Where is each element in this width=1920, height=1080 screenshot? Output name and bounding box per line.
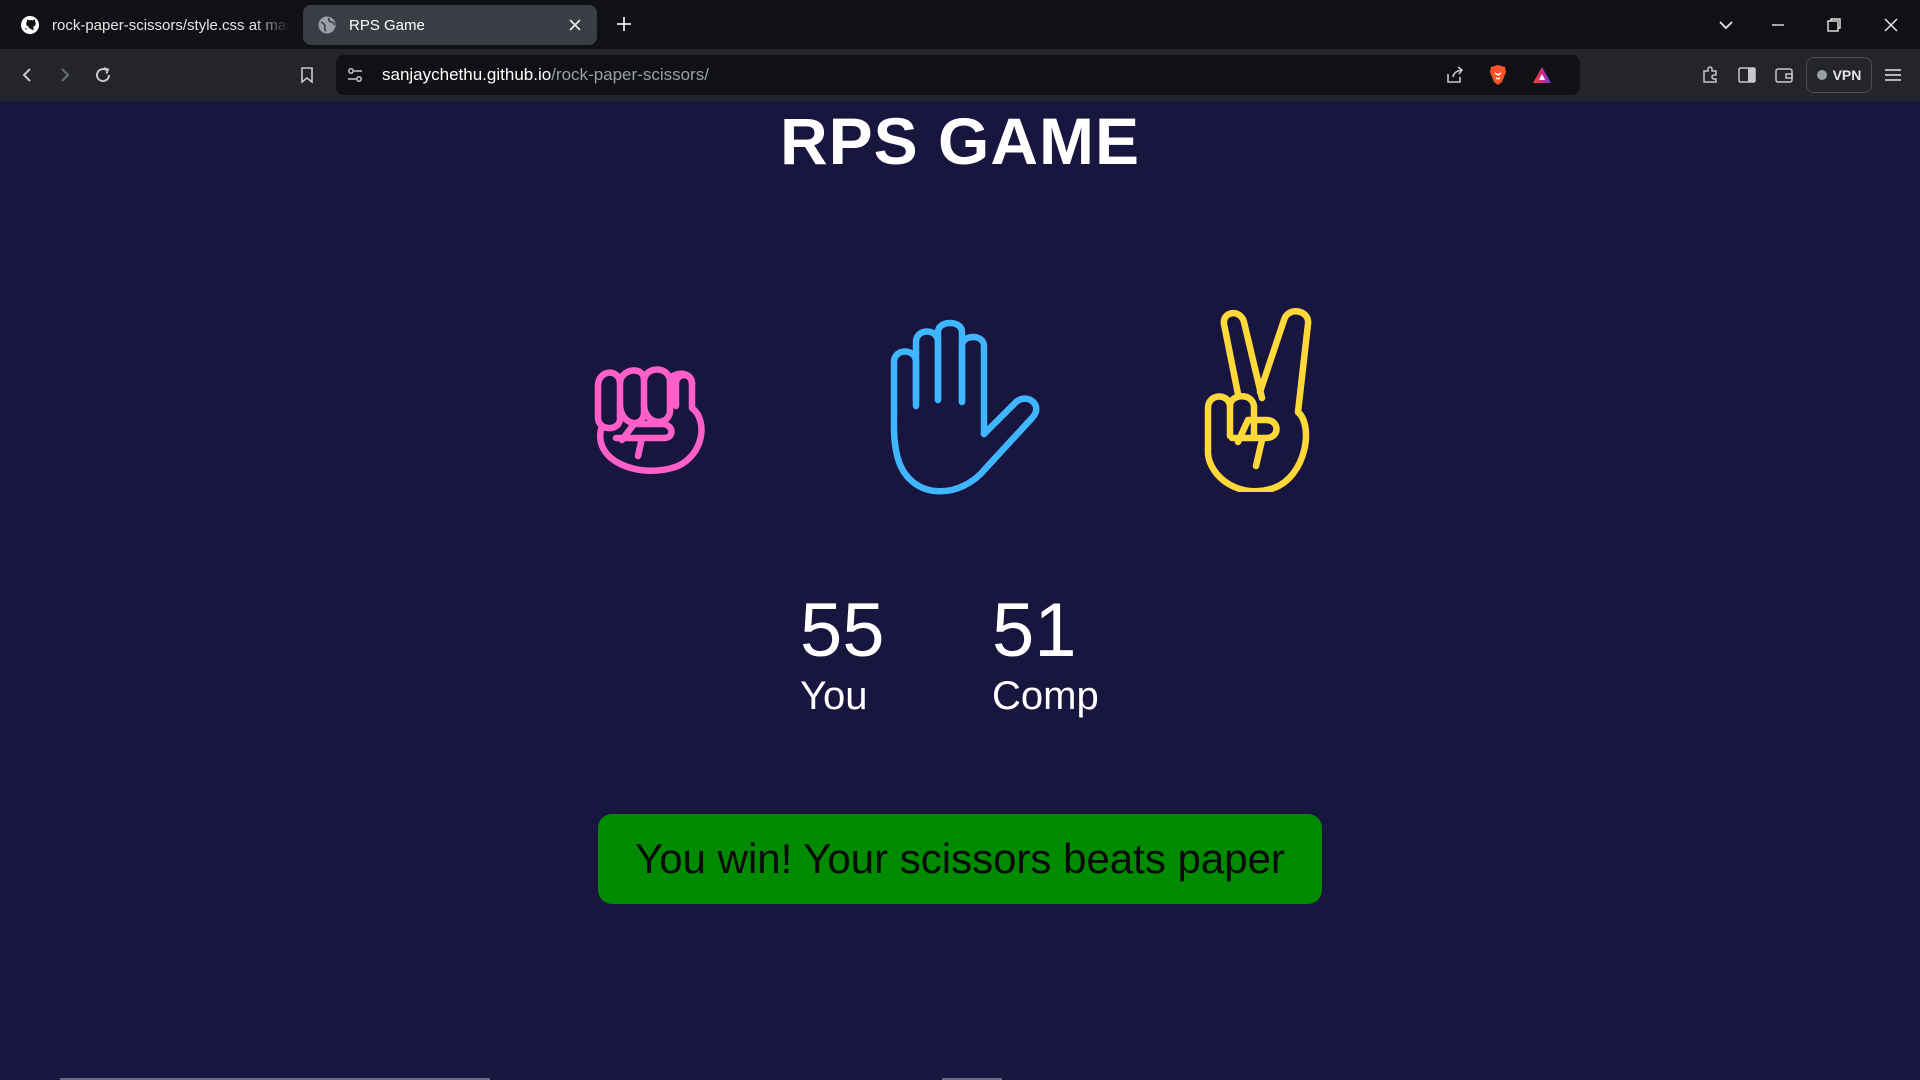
page-title: RPS GAME: [779, 104, 1141, 178]
forward-arrow-icon: [61, 68, 70, 82]
result-message: You win! Your scissors beats paper: [598, 814, 1322, 904]
reload-button[interactable]: [90, 62, 116, 88]
site-settings-button[interactable]: [342, 62, 368, 88]
new-tab-button[interactable]: [612, 12, 636, 36]
tab-search-button[interactable]: [1713, 12, 1739, 38]
minimize-icon: [1772, 24, 1784, 26]
reload-icon: [96, 67, 111, 83]
user-score-label: You: [800, 674, 868, 718]
tab-github-style-css[interactable]: rock-paper-scissors/style.css at main: [12, 5, 290, 45]
brave-lion-icon: [1490, 65, 1506, 85]
main-menu-button[interactable]: [1880, 62, 1906, 88]
puzzle-piece-icon: [1703, 66, 1717, 83]
comp-score: 51: [992, 588, 1077, 673]
url-path: /rock-paper-scissors/: [551, 65, 709, 84]
comp-score-block: 51 Comp: [992, 591, 1099, 721]
paper-choice[interactable]: [883, 316, 1043, 498]
wallet-icon: [1775, 68, 1793, 83]
browser-toolbar: sanjaychethu.github.io/rock-paper-scisso…: [0, 49, 1920, 101]
scissors-choice[interactable]: [1202, 306, 1326, 492]
fist-icon: [594, 366, 705, 474]
browser-tab-bar: rock-paper-scissors/style.css at main RP…: [0, 0, 1920, 49]
github-icon: [21, 16, 39, 34]
open-hand-icon: [890, 319, 1040, 495]
rock-choice[interactable]: [582, 334, 712, 476]
restore-button[interactable]: [1821, 12, 1847, 38]
share-button[interactable]: [1442, 62, 1468, 88]
user-score: 55: [800, 588, 885, 673]
comp-score-label: Comp: [992, 674, 1099, 718]
vpn-button[interactable]: VPN: [1806, 57, 1872, 93]
sidebar-toggle-button[interactable]: [1734, 62, 1760, 88]
url-host: sanjaychethu.github.io: [382, 65, 552, 84]
site-settings-icon: [348, 68, 362, 82]
back-button[interactable]: [14, 62, 40, 88]
sidebar-icon: [1738, 67, 1756, 83]
vpn-status-dot-icon: [1816, 70, 1827, 80]
minimize-button[interactable]: [1765, 12, 1791, 38]
close-window-button[interactable]: [1878, 12, 1904, 38]
forward-button[interactable]: [52, 62, 78, 88]
brave-rewards-button[interactable]: [1529, 62, 1555, 88]
close-icon: [569, 19, 581, 31]
chevron-down-icon: [1719, 21, 1733, 30]
address-bar[interactable]: sanjaychethu.github.io/rock-paper-scisso…: [336, 55, 1580, 95]
peace-hand-icon: [1204, 308, 1312, 492]
url-text[interactable]: sanjaychethu.github.io/rock-paper-scisso…: [382, 55, 709, 95]
vpn-label: VPN: [1832, 67, 1862, 83]
back-arrow-icon: [22, 68, 31, 82]
close-tab-button[interactable]: [563, 13, 587, 37]
tab-rps-game[interactable]: RPS Game: [303, 5, 597, 45]
globe-icon: [318, 16, 336, 34]
wallet-button[interactable]: [1771, 62, 1797, 88]
restore-icon: [1827, 18, 1841, 32]
tab-title: rock-paper-scissors/style.css at main: [52, 16, 290, 34]
share-icon: [1447, 66, 1464, 83]
plus-icon: [617, 17, 631, 31]
tab-title: RPS Game: [349, 16, 425, 34]
page-content: RPS GAME 55 You 51 Comp You win! Your sc…: [0, 101, 1920, 1080]
close-icon: [1884, 18, 1898, 32]
user-score-block: 55 You: [800, 591, 885, 721]
hamburger-menu-icon: [1885, 69, 1901, 81]
bookmark-icon: [301, 67, 313, 84]
brave-shields-button[interactable]: [1485, 62, 1511, 88]
bookmark-button[interactable]: [294, 62, 320, 88]
brave-rewards-triangle-icon: [1533, 67, 1551, 83]
extensions-button[interactable]: [1697, 62, 1723, 88]
